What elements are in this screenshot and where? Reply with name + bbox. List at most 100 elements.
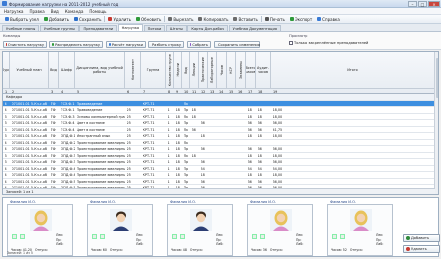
column-header[interactable]: Экзамены bbox=[236, 52, 246, 88]
table-cell: ГСЭ.Ф.4 bbox=[60, 121, 75, 125]
toolbar-button-3[interactable]: Удалить bbox=[106, 16, 133, 23]
teacher-next-button[interactable] bbox=[180, 234, 185, 239]
table-cell: 18 bbox=[200, 134, 205, 138]
tab-6[interactable]: Карты Доп.рабоч bbox=[187, 24, 229, 31]
table-cell: 4 bbox=[4, 101, 7, 106]
menu-command[interactable]: Команда bbox=[65, 9, 84, 14]
column-header[interactable]: Вид bbox=[182, 52, 190, 88]
window-title: Формирование нагрузки на 2011-2012 учебн… bbox=[9, 1, 119, 7]
toolbar-button-6[interactable]: Копировать bbox=[196, 16, 230, 23]
teacher-next-button[interactable] bbox=[260, 234, 265, 239]
tab-3[interactable]: Нагрузка bbox=[117, 23, 144, 31]
column-header[interactable]: Всего часов bbox=[246, 52, 256, 88]
column-header-label: Дисциплина, вид учебной работы bbox=[76, 66, 123, 74]
column-header[interactable]: Дисциплина, вид учебной работы bbox=[75, 52, 125, 88]
toolbar-button-7[interactable]: Вставить bbox=[231, 16, 259, 23]
checkbox-box[interactable] bbox=[289, 41, 293, 45]
toolbar-button-10[interactable]: Справка bbox=[315, 16, 342, 23]
tab-7[interactable]: Учебная Документация bbox=[228, 24, 281, 31]
teacher-prev-button[interactable] bbox=[252, 234, 257, 239]
column-header[interactable]: Учебный план bbox=[10, 52, 49, 88]
column-header[interactable]: Количество групп bbox=[166, 52, 174, 88]
table-cell: 18,00 bbox=[272, 114, 283, 119]
teacher-prev-button[interactable] bbox=[172, 234, 177, 239]
column-header[interactable]: Курс bbox=[3, 52, 10, 88]
add-teacher-button[interactable]: Добавить bbox=[403, 234, 440, 242]
distribute-load-button[interactable]: Распределить нагрузку bbox=[49, 41, 103, 48]
teacher-next-button[interactable] bbox=[100, 234, 105, 239]
column-header[interactable]: Лабораторные bbox=[208, 52, 217, 88]
column-header-label: Часов bbox=[219, 64, 224, 76]
tab-2[interactable]: Преподаватели bbox=[79, 24, 118, 31]
teacher-prev-button[interactable] bbox=[12, 234, 17, 239]
toolbar-button-5[interactable]: Вырезать bbox=[166, 16, 195, 23]
column-header[interactable]: Аудит. часов bbox=[256, 52, 271, 88]
column-header[interactable]: Шифр bbox=[59, 52, 75, 88]
teacher-next-button[interactable] bbox=[20, 234, 25, 239]
column-header[interactable]: Вид bbox=[49, 52, 59, 88]
only-fixed-checkbox[interactable]: Только закреплённые преподавателей bbox=[289, 41, 368, 45]
minimize-button[interactable]: – bbox=[408, 0, 417, 7]
column-header[interactable]: Практические bbox=[199, 52, 208, 88]
table-cell: 071001.01 5-Кч-с.об bbox=[11, 160, 48, 164]
teacher-next-button[interactable] bbox=[340, 234, 345, 239]
column-header[interactable]: Группа bbox=[141, 52, 166, 88]
teacher-card[interactable]: Фамилия И.О. Лек: Пр: Лаб: Часов: 60 Отпуск: bbox=[87, 200, 153, 256]
maximize-button[interactable]: □ bbox=[418, 0, 427, 7]
toolbar-button-2[interactable]: Сохранить bbox=[72, 16, 104, 23]
tab-0[interactable]: Учебные планы bbox=[2, 24, 40, 31]
column-header[interactable]: Контингент bbox=[125, 52, 141, 88]
table-cell: 25 bbox=[126, 160, 131, 164]
column-header[interactable]: Часов bbox=[217, 52, 227, 88]
table-cell: ГСЭ.Ф.1 bbox=[60, 108, 75, 112]
table-cell: 18 bbox=[191, 153, 196, 158]
table-cell: КРТ-71 bbox=[142, 147, 155, 151]
column-header[interactable]: Итого bbox=[271, 52, 435, 88]
table-cell: Пр bbox=[183, 121, 189, 125]
toolbar-button-4[interactable]: Обновить bbox=[134, 16, 163, 23]
teacher-card[interactable]: Фамилия И.О. Лек: Пр: Лаб: Часов: 48 Отпуск: bbox=[167, 200, 233, 256]
remove-teacher-button[interactable]: Удалить bbox=[403, 245, 440, 253]
table-cell: КРТ-71 bbox=[142, 127, 155, 132]
teacher-pr-label: Пр: bbox=[216, 237, 222, 242]
teacher-lab-label: Лаб: bbox=[216, 242, 224, 246]
save-changes-button[interactable]: Сохранить изменения bbox=[214, 41, 260, 48]
menu-nagruzka[interactable]: Нагрузка bbox=[4, 9, 23, 14]
toolbar-label: Добавить bbox=[48, 16, 69, 22]
teacher-card[interactable]: Фамилия И.О. Лек: Пр: Лаб: Часов: 41,20 Отпус… bbox=[7, 200, 73, 256]
tab-5[interactable]: Штаты bbox=[165, 24, 187, 31]
table-cell: 071001.01 5-Кч-с.об bbox=[11, 153, 48, 158]
table-cell: 18 bbox=[247, 153, 252, 158]
column-header-label: Контингент bbox=[130, 59, 135, 81]
toolbar-button-9[interactable]: Экспорт bbox=[288, 16, 314, 23]
scroll-thumb[interactable] bbox=[435, 58, 438, 98]
column-header[interactable]: Лекции bbox=[190, 52, 199, 88]
menu-view[interactable]: Вид bbox=[51, 9, 59, 14]
table-cell: Лк bbox=[183, 153, 189, 158]
tab-4[interactable]: Потоки bbox=[143, 24, 166, 31]
toolbar-button-0[interactable]: Выбрать узел bbox=[3, 16, 41, 23]
column-number: 15 bbox=[229, 89, 234, 94]
table-cell: 1 bbox=[167, 166, 170, 171]
vertical-scrollbar[interactable] bbox=[434, 52, 438, 194]
teacher-card[interactable]: Фамилия И.О. Лек: Пр: Лаб: Часов: 36 Отпуск: bbox=[247, 200, 313, 256]
table-cell: 25 bbox=[126, 166, 131, 171]
menu-edit[interactable]: Правка bbox=[29, 9, 44, 14]
teacher-prev-button[interactable] bbox=[92, 234, 97, 239]
table-cell: ГСЭ.Ф.4 bbox=[60, 127, 75, 132]
table-cell: 36 bbox=[257, 160, 262, 164]
close-button[interactable]: × bbox=[428, 0, 440, 7]
tab-1[interactable]: Учебные группы bbox=[39, 24, 79, 31]
merge-button[interactable]: Собрать bbox=[187, 41, 211, 48]
toolbar-button-8[interactable]: Печать bbox=[263, 16, 287, 23]
split-row-button[interactable]: Разбить строку bbox=[148, 41, 184, 48]
calc-load-button[interactable]: Расчёт нагрузки bbox=[106, 41, 146, 48]
column-header[interactable]: Недели bbox=[174, 52, 182, 88]
teacher-prev-button[interactable] bbox=[332, 234, 337, 239]
toolbar-button-1[interactable]: Добавить bbox=[42, 16, 71, 23]
teacher-card[interactable]: Фамилия И.О. Лек: Пр: Лаб: Часов: 52 Отпуск: bbox=[327, 200, 393, 256]
table-cell: 1 bbox=[167, 173, 170, 177]
clear-load-button[interactable]: Очистить нагрузку bbox=[3, 41, 47, 48]
column-header[interactable]: КСР bbox=[227, 52, 236, 88]
menu-help[interactable]: Помощь bbox=[89, 9, 106, 14]
